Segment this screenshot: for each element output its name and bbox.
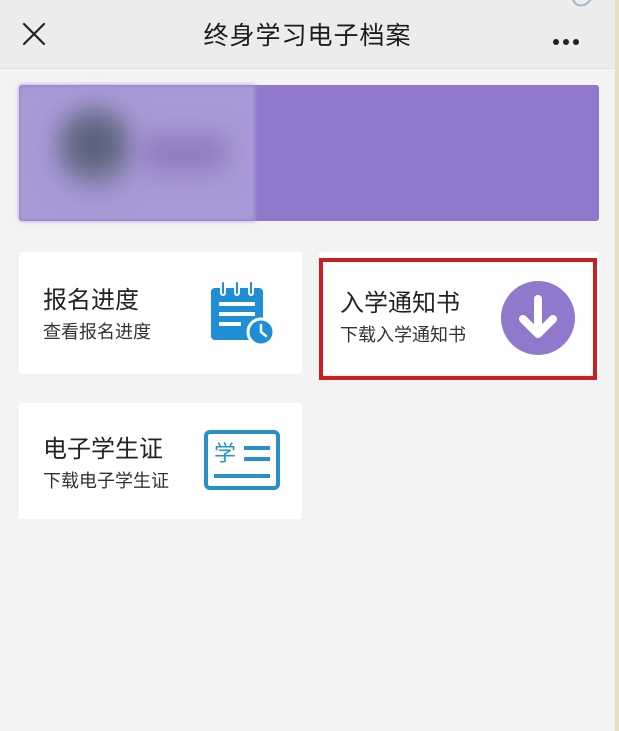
card-subtitle: 查看报名进度 bbox=[43, 322, 151, 343]
app-frame: 终身学习电子档案 报名进度 查看报名进度 入学通知书 下载入学通知书 电子学生证… bbox=[0, 0, 619, 731]
student-card-icon: 学 bbox=[204, 430, 280, 490]
top-bar: 终身学习电子档案 bbox=[0, 0, 615, 69]
avatar bbox=[53, 103, 135, 195]
card-title: 电子学生证 bbox=[43, 435, 163, 463]
card-title: 报名进度 bbox=[43, 286, 139, 314]
card-title: 入学通知书 bbox=[340, 289, 460, 317]
svg-text:学: 学 bbox=[214, 442, 236, 467]
paperclip-icon bbox=[572, 0, 592, 7]
profile-name bbox=[139, 135, 229, 171]
more-icon[interactable] bbox=[553, 30, 585, 45]
card-subtitle: 下载电子学生证 bbox=[43, 471, 169, 492]
student-id-card[interactable]: 电子学生证 下载电子学生证 学 bbox=[19, 403, 302, 519]
page-title: 终身学习电子档案 bbox=[203, 21, 412, 50]
profile-banner bbox=[19, 85, 599, 221]
card-subtitle: 下载入学通知书 bbox=[340, 325, 466, 346]
enrollment-progress-card[interactable]: 报名进度 查看报名进度 bbox=[19, 252, 302, 374]
admission-notice-card[interactable]: 入学通知书 下载入学通知书 bbox=[319, 252, 599, 374]
download-icon bbox=[501, 281, 575, 355]
calendar-clock-icon bbox=[211, 280, 276, 347]
